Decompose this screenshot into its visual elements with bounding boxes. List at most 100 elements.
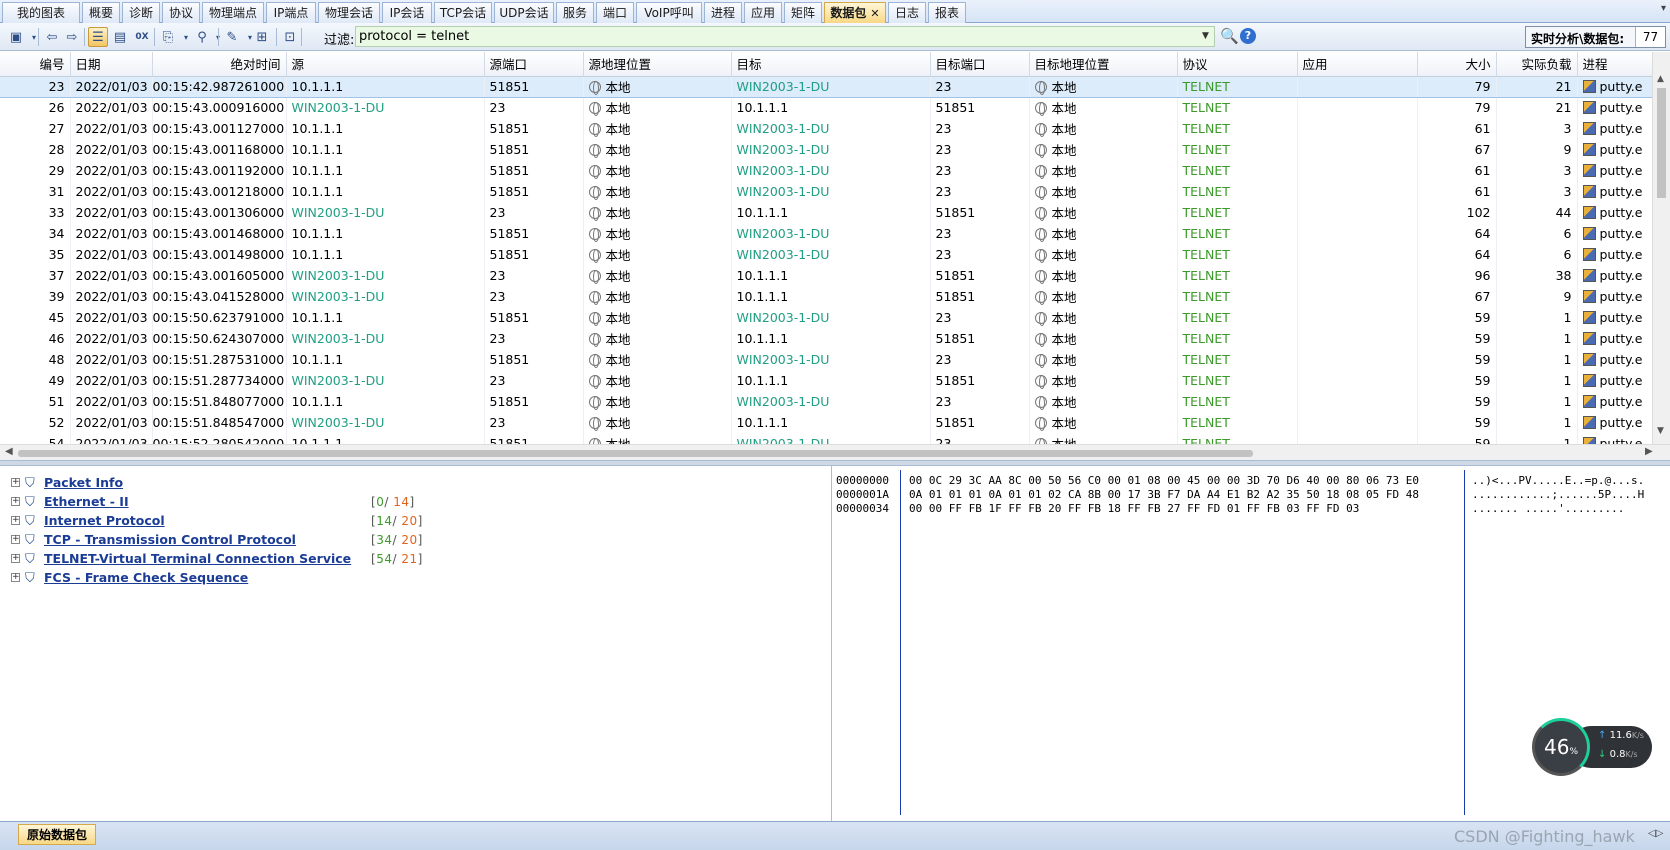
tab-item[interactable]: 矩阵 bbox=[784, 2, 822, 23]
hex-offset[interactable]: 00000000 bbox=[836, 474, 889, 487]
tree-node[interactable]: + ⛉ Ethernet - II [0/ 14] bbox=[11, 493, 811, 513]
tree-node[interactable]: + ⛉ Internet Protocol [14/ 20] bbox=[11, 512, 811, 532]
tree-node-label[interactable]: Ethernet - II bbox=[44, 494, 129, 509]
column-header[interactable]: 应用 bbox=[1297, 52, 1418, 77]
hex-view-icon[interactable]: 0X bbox=[132, 27, 152, 47]
scroll-right-arrow-icon[interactable]: ▶ bbox=[1645, 446, 1653, 457]
column-header[interactable]: 进程 bbox=[1577, 52, 1654, 77]
filter-input[interactable] bbox=[355, 26, 1215, 47]
detail-view-icon[interactable]: ▤ bbox=[110, 27, 130, 47]
export-icon[interactable]: ⎘ bbox=[158, 27, 178, 47]
hex-bytes[interactable]: 00 00 FF FB 1F FF FB 20 FF FB 18 FF FB 2… bbox=[909, 502, 1359, 515]
table-row[interactable]: 28 2022/01/03 00:15:43.001168000 10.1.1.1 51… bbox=[0, 139, 1654, 160]
decode-icon[interactable]: ✎ bbox=[222, 27, 242, 47]
tree-node-label[interactable]: TCP - Transmission Control Protocol bbox=[44, 532, 296, 547]
tab-item[interactable]: 应用 bbox=[744, 2, 782, 23]
forward-arrow-icon[interactable]: ⇨ bbox=[62, 27, 82, 47]
tab-item[interactable]: 日志 bbox=[888, 2, 926, 23]
hex-bytes[interactable]: 00 0C 29 3C AA 8C 00 50 56 C0 00 01 08 0… bbox=[909, 474, 1419, 487]
tab-item[interactable]: UDP会话 bbox=[494, 2, 554, 23]
tree-node-label[interactable]: Packet Info bbox=[44, 475, 123, 490]
tree-node[interactable]: + ⛉ TCP - Transmission Control Protocol [34… bbox=[11, 531, 811, 551]
table-row[interactable]: 54 2022/01/03 00:15:52.280542000 10.1.1.1 51… bbox=[0, 433, 1654, 444]
table-row[interactable]: 45 2022/01/03 00:15:50.623791000 10.1.1.1 51… bbox=[0, 307, 1654, 328]
tab-item[interactable]: 数据包 ✕ bbox=[824, 2, 886, 23]
tab-item[interactable]: IP会话 bbox=[382, 2, 432, 23]
scroll-down-arrow-icon[interactable]: ▼ bbox=[1657, 426, 1664, 436]
vertical-scrollbar[interactable]: ▲ ▼ bbox=[1652, 52, 1670, 444]
tab-menu-arrow-icon[interactable]: ▾ bbox=[1661, 3, 1666, 14]
tab-item[interactable]: 物理会话 bbox=[318, 2, 380, 23]
tree-node[interactable]: + ⛉ Packet Info bbox=[11, 474, 811, 494]
table-row[interactable]: 52 2022/01/03 00:15:51.848547000 WIN2003-1-… bbox=[0, 412, 1654, 433]
tab-scroll-arrows-icon[interactable]: ◁▷ bbox=[1648, 828, 1663, 839]
table-row[interactable]: 51 2022/01/03 00:15:51.848077000 10.1.1.1 51… bbox=[0, 391, 1654, 412]
hex-ascii[interactable]: ..)<...PV.....E..=p.@...s. bbox=[1472, 474, 1644, 487]
vertical-scroll-thumb[interactable] bbox=[1657, 88, 1666, 198]
tab-item[interactable]: 进程 bbox=[704, 2, 742, 23]
hex-ascii[interactable]: ............;......5P....H bbox=[1472, 488, 1644, 501]
lock-icon[interactable]: ⊡ bbox=[280, 27, 300, 47]
column-header[interactable]: 目标 bbox=[731, 52, 931, 77]
expand-icon[interactable]: + bbox=[11, 554, 20, 563]
tab-item[interactable]: 我的图表 bbox=[2, 2, 80, 23]
column-header[interactable]: 日期 bbox=[70, 52, 153, 77]
realtime-packet-count[interactable]: 77 bbox=[1635, 27, 1665, 47]
table-row[interactable]: 39 2022/01/03 00:15:43.041528000 WIN2003-1-… bbox=[0, 286, 1654, 307]
back-arrow-icon[interactable]: ⇦ bbox=[42, 27, 62, 47]
table-row[interactable]: 27 2022/01/03 00:15:43.001127000 10.1.1.1 51… bbox=[0, 118, 1654, 139]
expand-icon[interactable]: + bbox=[11, 535, 20, 544]
tree-node[interactable]: + ⛉ FCS - Frame Check Sequence bbox=[11, 569, 811, 589]
expand-icon[interactable]: + bbox=[11, 478, 20, 487]
table-row[interactable]: 48 2022/01/03 00:15:51.287531000 10.1.1.1 51… bbox=[0, 349, 1654, 370]
expand-icon[interactable]: + bbox=[11, 516, 20, 525]
column-header[interactable]: 源地理位置 bbox=[583, 52, 732, 77]
column-header[interactable]: 目标地理位置 bbox=[1029, 52, 1178, 77]
tab-item[interactable]: IP端点 bbox=[266, 2, 316, 23]
scroll-left-arrow-icon[interactable]: ◀ bbox=[5, 446, 13, 457]
close-tab-icon[interactable]: ✕ bbox=[870, 7, 879, 20]
scroll-up-arrow-icon[interactable]: ▲ bbox=[1657, 74, 1664, 84]
filter-history-dropdown-icon[interactable]: ▼ bbox=[1202, 31, 1209, 41]
tab-item[interactable]: 物理端点 bbox=[202, 2, 264, 23]
tab-item[interactable]: 报表 bbox=[928, 2, 966, 23]
column-header[interactable]: 源端口 bbox=[484, 52, 584, 77]
hex-bytes[interactable]: 0A 01 01 01 0A 01 01 02 CA 8B 00 17 3B F… bbox=[909, 488, 1419, 501]
tab-item[interactable]: 诊断 bbox=[122, 2, 160, 23]
help-icon[interactable]: ? bbox=[1240, 28, 1256, 44]
table-row[interactable]: 37 2022/01/03 00:15:43.001605000 WIN2003-1-… bbox=[0, 265, 1654, 286]
table-row[interactable]: 31 2022/01/03 00:15:43.001218000 10.1.1.1 51… bbox=[0, 181, 1654, 202]
column-header[interactable]: 编号 bbox=[0, 52, 71, 77]
hex-offset[interactable]: 0000001A bbox=[836, 488, 889, 501]
horizontal-scrollbar[interactable]: ◀ ▶ bbox=[0, 444, 1670, 460]
search-icon[interactable]: 🔍 bbox=[1220, 27, 1239, 45]
tab-raw-packets[interactable]: 原始数据包 bbox=[18, 824, 96, 845]
column-header[interactable]: 实际负载 bbox=[1496, 52, 1578, 77]
list-view-icon[interactable]: ☰ bbox=[88, 27, 108, 47]
hex-offset[interactable]: 00000034 bbox=[836, 502, 889, 515]
horizontal-scroll-thumb[interactable] bbox=[18, 450, 1253, 457]
table-row[interactable]: 33 2022/01/03 00:15:43.001306000 WIN2003-1-… bbox=[0, 202, 1654, 223]
table-row[interactable]: 29 2022/01/03 00:15:43.001192000 10.1.1.1 51… bbox=[0, 160, 1654, 181]
column-header[interactable]: 协议 bbox=[1177, 52, 1298, 77]
tab-item[interactable]: 端口 bbox=[596, 2, 634, 23]
tree-node-label[interactable]: Internet Protocol bbox=[44, 513, 165, 528]
table-row[interactable]: 46 2022/01/03 00:15:50.624307000 WIN2003-1-… bbox=[0, 328, 1654, 349]
table-row[interactable]: 26 2022/01/03 00:15:43.000916000 WIN2003-1-… bbox=[0, 97, 1654, 118]
tab-item[interactable]: TCP会话 bbox=[434, 2, 492, 23]
column-header[interactable]: 目标端口 bbox=[930, 52, 1030, 77]
tree-node-label[interactable]: FCS - Frame Check Sequence bbox=[44, 570, 248, 585]
tree-node-label[interactable]: TELNET-Virtual Terminal Connection Servi… bbox=[44, 551, 351, 566]
expand-icon[interactable]: + bbox=[11, 497, 20, 506]
table-row[interactable]: 35 2022/01/03 00:15:43.001498000 10.1.1.1 51… bbox=[0, 244, 1654, 265]
save-icon[interactable]: ▣ bbox=[6, 27, 26, 47]
network-speed-widget[interactable]: 46% ↑ 11.6K/s ↓ 0.8K/s bbox=[1532, 718, 1654, 776]
save-dropdown-icon[interactable]: ▾ bbox=[24, 27, 44, 47]
tab-item[interactable]: 服务 bbox=[556, 2, 594, 23]
table-row[interactable]: 23 2022/01/03 00:15:42.987261000 10.1.1.1 51… bbox=[0, 75, 1654, 98]
expand-icon[interactable]: + bbox=[11, 573, 20, 582]
tree-icon[interactable]: ⊞ bbox=[252, 27, 272, 47]
tree-node[interactable]: + ⛉ TELNET-Virtual Terminal Connection Ser… bbox=[11, 550, 811, 570]
tab-item[interactable]: 协议 bbox=[162, 2, 200, 23]
table-row[interactable]: 34 2022/01/03 00:15:43.001468000 10.1.1.1 51… bbox=[0, 223, 1654, 244]
